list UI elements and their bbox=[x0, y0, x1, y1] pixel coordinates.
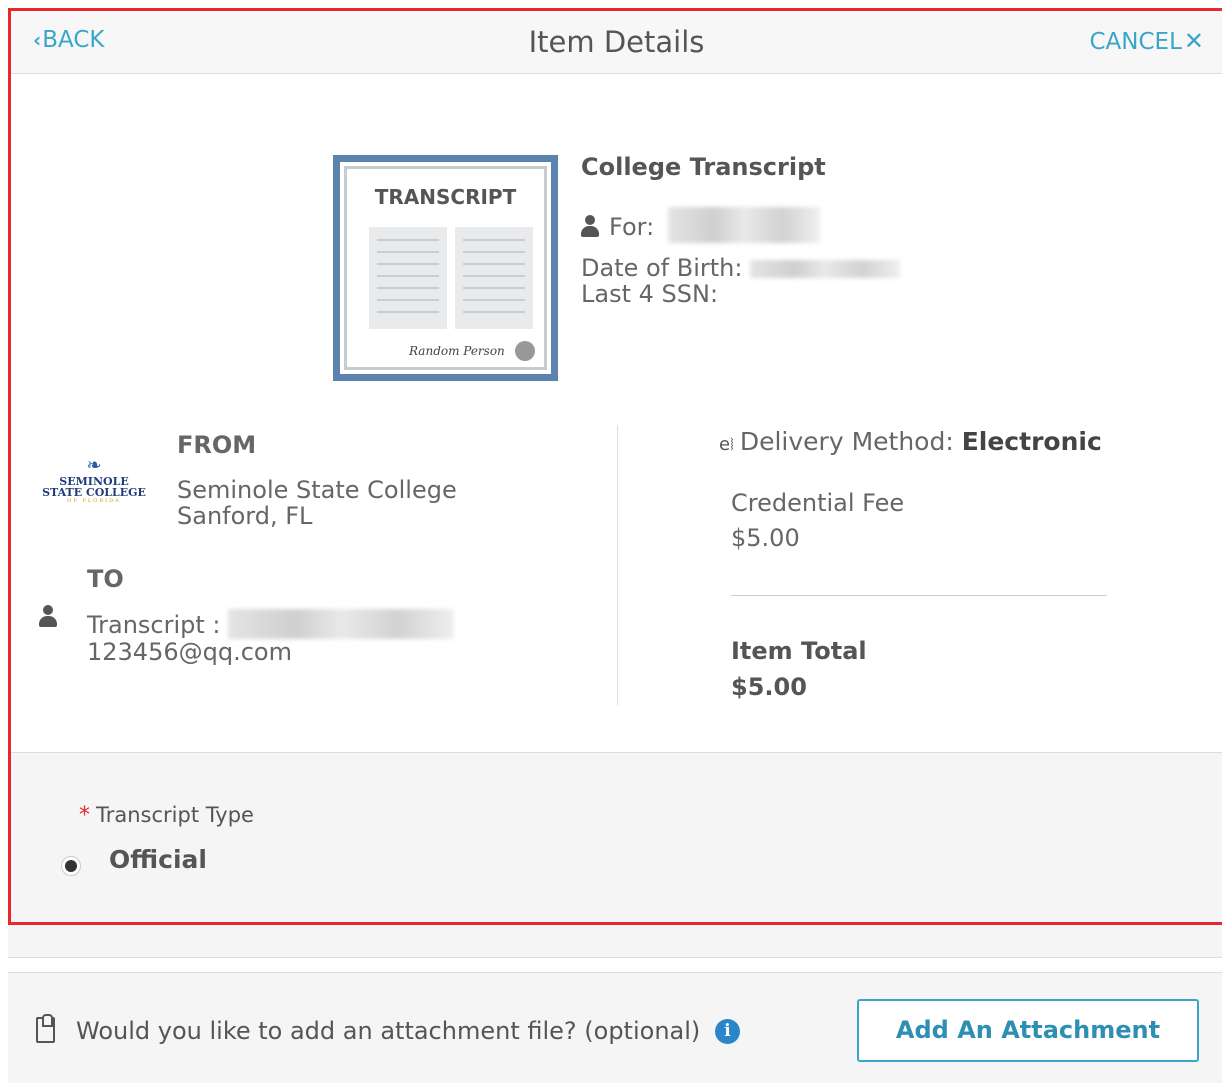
add-attachment-button[interactable]: Add An Attachment bbox=[857, 999, 1199, 1062]
user-icon bbox=[581, 215, 599, 237]
illustration-title: TRANSCRIPT bbox=[374, 185, 517, 209]
recipient-email: 123456@qq.com bbox=[87, 638, 292, 666]
electronic-delivery-icon: e⧘ bbox=[719, 434, 734, 455]
section-spacer bbox=[8, 925, 1222, 958]
attachment-bar: Would you like to add an attachment file… bbox=[8, 972, 1222, 1083]
page-right-icon bbox=[455, 227, 533, 329]
page-left-icon bbox=[369, 227, 447, 329]
logo-mark-icon: ❧ bbox=[86, 455, 102, 476]
redacted-dob bbox=[750, 260, 901, 278]
seal-icon bbox=[515, 341, 535, 361]
required-icon: * bbox=[79, 803, 90, 828]
item-name: College Transcript bbox=[581, 153, 826, 181]
item-total-value: $5.00 bbox=[731, 673, 807, 701]
item-details-panel: ‹BACK Item Details CANCEL✕ TRANSCRIPT Ra… bbox=[8, 8, 1222, 925]
delivery-method-value: Electronic bbox=[961, 427, 1102, 456]
from-label: FROM bbox=[177, 431, 257, 459]
transcript-illustration: TRANSCRIPT Random Person bbox=[333, 155, 558, 381]
column-divider bbox=[617, 425, 618, 705]
college-logo: ❧ SEMINOLE STATE COLLEGE OF FLORIDA bbox=[39, 455, 149, 504]
ssn-label: Last 4 SSN: bbox=[581, 280, 719, 308]
official-radio-label[interactable]: Official bbox=[109, 845, 207, 874]
item-total-label: Item Total bbox=[731, 637, 867, 665]
for-label: For: bbox=[609, 213, 655, 241]
recipient-user-icon bbox=[39, 605, 57, 627]
redacted-name bbox=[667, 207, 820, 243]
credential-fee-label: Credential Fee bbox=[731, 489, 905, 517]
official-radio[interactable] bbox=[61, 856, 81, 876]
credential-fee-value: $5.00 bbox=[731, 524, 800, 552]
attachment-question: Would you like to add an attachment file… bbox=[76, 1017, 701, 1045]
to-label: TO bbox=[87, 565, 124, 593]
to-recipient: Transcript : 123456@qq.com bbox=[87, 609, 455, 666]
close-icon: ✕ bbox=[1183, 27, 1204, 55]
dob-ssn-block: Date of Birth: Last 4 SSN: bbox=[581, 254, 901, 308]
delivery-method: e⧘ Delivery Method: Electronic bbox=[719, 427, 1102, 456]
info-icon[interactable]: i bbox=[715, 1019, 740, 1044]
from-institution: Seminole State College Sanford, FL bbox=[177, 476, 457, 530]
for-row: For: bbox=[581, 207, 820, 243]
transcript-type-section: * Transcript Type Official bbox=[11, 752, 1222, 922]
fee-divider bbox=[731, 595, 1107, 596]
item-content: TRANSCRIPT Random Person College Transcr… bbox=[11, 75, 1222, 752]
redacted-recipient bbox=[228, 609, 455, 639]
header-bar: ‹BACK Item Details CANCEL✕ bbox=[11, 11, 1222, 74]
dob-label: Date of Birth: bbox=[581, 254, 743, 282]
clipboard-icon bbox=[36, 1014, 55, 1043]
cancel-label: CANCEL bbox=[1089, 29, 1182, 55]
transcript-type-label: * Transcript Type bbox=[79, 803, 254, 828]
page-title: Item Details bbox=[528, 25, 705, 59]
cancel-button[interactable]: CANCEL✕ bbox=[1089, 27, 1204, 55]
signature: Random Person bbox=[409, 344, 505, 358]
